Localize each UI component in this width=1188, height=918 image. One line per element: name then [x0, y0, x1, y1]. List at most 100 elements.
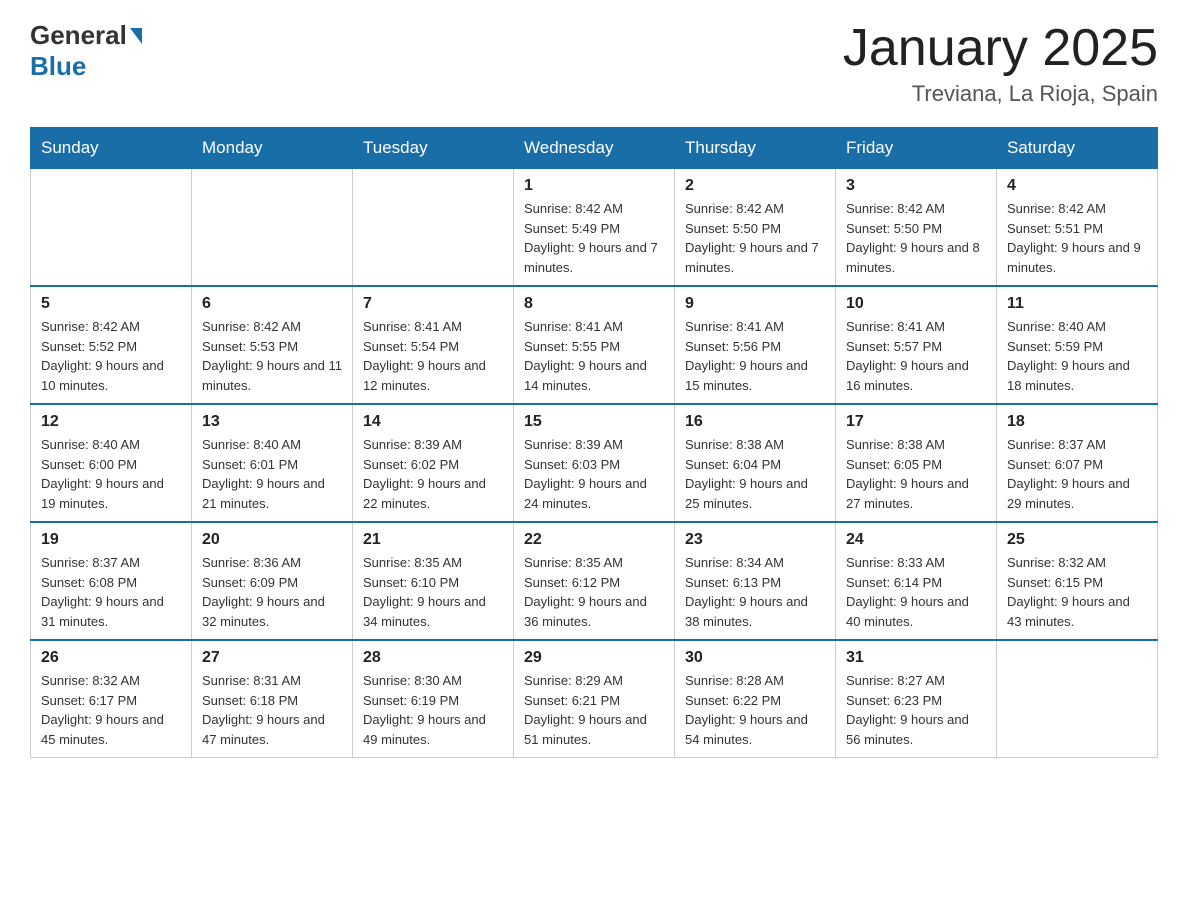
day-detail: Sunrise: 8:41 AM Sunset: 5:55 PM Dayligh… — [524, 317, 664, 395]
calendar-cell: 17 Sunrise: 8:38 AM Sunset: 6:05 PM Dayli… — [836, 404, 997, 522]
day-number: 29 — [524, 649, 664, 667]
calendar-cell: 3Sunrise: 8:42 AM Sunset: 5:50 PM Daylig… — [836, 169, 997, 287]
day-detail: Sunrise: 8:31 AM Sunset: 6:18 PM Dayligh… — [202, 671, 342, 749]
day-detail: Sunrise: 8:42 AM Sunset: 5:50 PM Dayligh… — [846, 199, 986, 277]
day-detail: Sunrise: 8:39 AM Sunset: 6:03 PM Dayligh… — [524, 435, 664, 513]
calendar-cell: 23Sunrise: 8:34 AM Sunset: 6:13 PM Dayli… — [675, 522, 836, 640]
day-number: 14 — [363, 413, 503, 431]
day-detail: Sunrise: 8:42 AM Sunset: 5:52 PM Dayligh… — [41, 317, 181, 395]
calendar-cell: 8 Sunrise: 8:41 AM Sunset: 5:55 PM Daylig… — [514, 286, 675, 404]
calendar-cell: 29 Sunrise: 8:29 AM Sunset: 6:21 PM Dayli… — [514, 640, 675, 758]
day-detail: Sunrise: 8:32 AM Sunset: 6:17 PM Dayligh… — [41, 671, 181, 749]
calendar-cell — [31, 169, 192, 287]
day-number: 13 — [202, 413, 342, 431]
day-detail: Sunrise: 8:30 AM Sunset: 6:19 PM Dayligh… — [363, 671, 503, 749]
calendar-cell: 13Sunrise: 8:40 AM Sunset: 6:01 PM Dayli… — [192, 404, 353, 522]
calendar-cell — [353, 169, 514, 287]
calendar-cell: 7Sunrise: 8:41 AM Sunset: 5:54 PM Daylig… — [353, 286, 514, 404]
day-header-friday: Friday — [836, 128, 997, 169]
logo: General Blue — [30, 20, 145, 82]
day-number: 30 — [685, 649, 825, 667]
calendar-cell: 21Sunrise: 8:35 AM Sunset: 6:10 PM Dayli… — [353, 522, 514, 640]
day-number: 26 — [41, 649, 181, 667]
logo-arrow-icon — [130, 28, 142, 44]
calendar-cell: 6 Sunrise: 8:42 AM Sunset: 5:53 PM Daylig… — [192, 286, 353, 404]
calendar-cell: 26 Sunrise: 8:32 AM Sunset: 6:17 PM Dayli… — [31, 640, 192, 758]
week-row-4: 19Sunrise: 8:37 AM Sunset: 6:08 PM Dayli… — [31, 522, 1158, 640]
calendar-cell: 25 Sunrise: 8:32 AM Sunset: 6:15 PM Dayli… — [997, 522, 1158, 640]
day-header-thursday: Thursday — [675, 128, 836, 169]
calendar-cell: 22 Sunrise: 8:35 AM Sunset: 6:12 PM Dayli… — [514, 522, 675, 640]
calendar-cell: 14Sunrise: 8:39 AM Sunset: 6:02 PM Dayli… — [353, 404, 514, 522]
day-number: 8 — [524, 295, 664, 313]
day-detail: Sunrise: 8:42 AM Sunset: 5:49 PM Dayligh… — [524, 199, 664, 277]
day-number: 6 — [202, 295, 342, 313]
day-detail: Sunrise: 8:36 AM Sunset: 6:09 PM Dayligh… — [202, 553, 342, 631]
day-detail: Sunrise: 8:40 AM Sunset: 5:59 PM Dayligh… — [1007, 317, 1147, 395]
day-number: 18 — [1007, 413, 1147, 431]
day-detail: Sunrise: 8:37 AM Sunset: 6:07 PM Dayligh… — [1007, 435, 1147, 513]
day-number: 17 — [846, 413, 986, 431]
day-number: 22 — [524, 531, 664, 549]
day-header-sunday: Sunday — [31, 128, 192, 169]
day-number: 24 — [846, 531, 986, 549]
day-number: 2 — [685, 177, 825, 195]
day-detail: Sunrise: 8:33 AM Sunset: 6:14 PM Dayligh… — [846, 553, 986, 631]
day-number: 11 — [1007, 295, 1147, 313]
day-number: 9 — [685, 295, 825, 313]
calendar-cell: 18 Sunrise: 8:37 AM Sunset: 6:07 PM Dayli… — [997, 404, 1158, 522]
day-detail: Sunrise: 8:40 AM Sunset: 6:00 PM Dayligh… — [41, 435, 181, 513]
day-number: 1 — [524, 177, 664, 195]
day-detail: Sunrise: 8:38 AM Sunset: 6:04 PM Dayligh… — [685, 435, 825, 513]
calendar-cell: 11 Sunrise: 8:40 AM Sunset: 5:59 PM Dayli… — [997, 286, 1158, 404]
calendar-cell — [192, 169, 353, 287]
day-number: 28 — [363, 649, 503, 667]
calendar-cell: 31 Sunrise: 8:27 AM Sunset: 6:23 PM Dayli… — [836, 640, 997, 758]
title-block: January 2025 Treviana, La Rioja, Spain — [843, 20, 1158, 107]
calendar-cell: 30 Sunrise: 8:28 AM Sunset: 6:22 PM Dayli… — [675, 640, 836, 758]
day-number: 12 — [41, 413, 181, 431]
calendar-cell: 12 Sunrise: 8:40 AM Sunset: 6:00 PM Dayli… — [31, 404, 192, 522]
day-detail: Sunrise: 8:41 AM Sunset: 5:56 PM Dayligh… — [685, 317, 825, 395]
calendar-cell — [997, 640, 1158, 758]
day-detail: Sunrise: 8:42 AM Sunset: 5:51 PM Dayligh… — [1007, 199, 1147, 277]
days-of-week-row: SundayMondayTuesdayWednesdayThursdayFrid… — [31, 128, 1158, 169]
day-detail: Sunrise: 8:27 AM Sunset: 6:23 PM Dayligh… — [846, 671, 986, 749]
day-detail: Sunrise: 8:29 AM Sunset: 6:21 PM Dayligh… — [524, 671, 664, 749]
location-title: Treviana, La Rioja, Spain — [843, 81, 1158, 107]
day-header-monday: Monday — [192, 128, 353, 169]
day-detail: Sunrise: 8:38 AM Sunset: 6:05 PM Dayligh… — [846, 435, 986, 513]
calendar-cell: 16 Sunrise: 8:38 AM Sunset: 6:04 PM Dayli… — [675, 404, 836, 522]
day-number: 20 — [202, 531, 342, 549]
day-number: 10 — [846, 295, 986, 313]
day-detail: Sunrise: 8:41 AM Sunset: 5:54 PM Dayligh… — [363, 317, 503, 395]
day-detail: Sunrise: 8:32 AM Sunset: 6:15 PM Dayligh… — [1007, 553, 1147, 631]
calendar-cell: 19Sunrise: 8:37 AM Sunset: 6:08 PM Dayli… — [31, 522, 192, 640]
week-row-3: 12 Sunrise: 8:40 AM Sunset: 6:00 PM Dayli… — [31, 404, 1158, 522]
day-detail: Sunrise: 8:42 AM Sunset: 5:50 PM Dayligh… — [685, 199, 825, 277]
day-detail: Sunrise: 8:42 AM Sunset: 5:53 PM Dayligh… — [202, 317, 342, 395]
day-header-wednesday: Wednesday — [514, 128, 675, 169]
day-header-saturday: Saturday — [997, 128, 1158, 169]
calendar-table: SundayMondayTuesdayWednesdayThursdayFrid… — [30, 127, 1158, 758]
calendar-cell: 10 Sunrise: 8:41 AM Sunset: 5:57 PM Dayli… — [836, 286, 997, 404]
month-title: January 2025 — [843, 20, 1158, 77]
day-number: 23 — [685, 531, 825, 549]
calendar-cell: 2 Sunrise: 8:42 AM Sunset: 5:50 PM Daylig… — [675, 169, 836, 287]
day-detail: Sunrise: 8:35 AM Sunset: 6:12 PM Dayligh… — [524, 553, 664, 631]
logo-general-text: General — [30, 20, 127, 51]
day-number: 5 — [41, 295, 181, 313]
day-detail: Sunrise: 8:35 AM Sunset: 6:10 PM Dayligh… — [363, 553, 503, 631]
week-row-5: 26 Sunrise: 8:32 AM Sunset: 6:17 PM Dayli… — [31, 640, 1158, 758]
day-detail: Sunrise: 8:41 AM Sunset: 5:57 PM Dayligh… — [846, 317, 986, 395]
calendar-cell: 15Sunrise: 8:39 AM Sunset: 6:03 PM Dayli… — [514, 404, 675, 522]
day-number: 31 — [846, 649, 986, 667]
day-number: 25 — [1007, 531, 1147, 549]
calendar-cell: 28 Sunrise: 8:30 AM Sunset: 6:19 PM Dayli… — [353, 640, 514, 758]
day-detail: Sunrise: 8:37 AM Sunset: 6:08 PM Dayligh… — [41, 553, 181, 631]
page-header: General Blue January 2025 Treviana, La R… — [30, 20, 1158, 107]
day-number: 16 — [685, 413, 825, 431]
day-number: 27 — [202, 649, 342, 667]
calendar-cell: 5 Sunrise: 8:42 AM Sunset: 5:52 PM Daylig… — [31, 286, 192, 404]
day-detail: Sunrise: 8:28 AM Sunset: 6:22 PM Dayligh… — [685, 671, 825, 749]
